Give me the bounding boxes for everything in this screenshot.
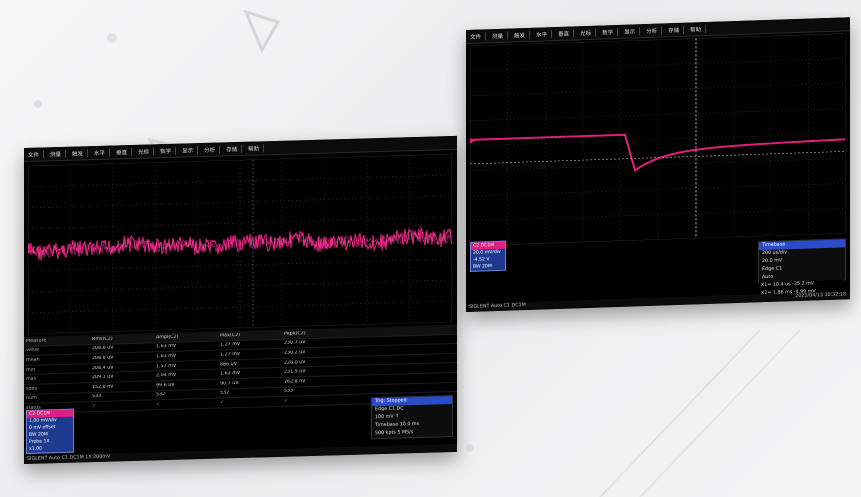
toolbar-menu-item[interactable]: 数学 <box>602 27 619 36</box>
column-header: Measure <box>26 338 47 344</box>
column-header: Max(C2) <box>220 332 241 339</box>
table-cell: 886 uV <box>220 361 238 368</box>
table-cell: ✓ <box>92 403 97 410</box>
table-cell: 1.63 mV <box>220 371 241 377</box>
toolbar-menu-item[interactable]: 显示 <box>624 26 641 36</box>
info-line: 500 kpts 5 MS/s <box>375 430 414 437</box>
ch2-settings-box[interactable]: C2 DC1M 1.00 mV/div 0 mV offset BW 20M Probe… <box>26 408 74 454</box>
table-cell: 208.8 uV <box>92 355 114 362</box>
table-cell: 532 <box>156 392 166 398</box>
table-cell: sdev <box>26 386 38 392</box>
timebase-info-box[interactable]: Timebase 200 us/div 20.0 mV Edge C1 Auto <box>758 238 846 284</box>
toolbar-menu-item[interactable]: 垂直 <box>558 28 575 38</box>
toolbar-menu-item[interactable]: 光标 <box>138 146 155 156</box>
table-cell: 152.8 nV <box>92 384 114 390</box>
toolbar-menu-item[interactable]: 存储 <box>668 25 685 34</box>
column-header: Rms(C2) <box>92 336 113 342</box>
table-cell: 1.27 mV <box>220 342 241 348</box>
grid-line <box>28 279 452 293</box>
table-cell: 209.1 uV <box>92 374 114 381</box>
table-cell: 230.2 uV <box>284 350 306 356</box>
grid-line <box>470 108 846 122</box>
toolbar-menu-item[interactable]: 水平 <box>536 29 553 39</box>
toolbar-menu-item[interactable]: 存储 <box>226 144 243 153</box>
table-cell: min <box>26 367 36 373</box>
status-text: SIGLENT Auto C1 DC1M <box>469 303 526 310</box>
table-cell: 90.7 uV <box>220 380 239 387</box>
toolbar-menu-item[interactable]: 显示 <box>182 145 199 155</box>
info-line: BW 20M <box>473 264 492 270</box>
table-cell: 1.63 mV <box>156 353 177 360</box>
toolbar-menu-item[interactable]: 触发 <box>514 30 531 39</box>
table-cell: 1.57 mV <box>156 363 177 369</box>
table-cell: mean <box>26 357 40 363</box>
table-cell: 208.8 uV <box>92 345 114 352</box>
toolbar-menu-item[interactable]: 测量 <box>50 149 67 158</box>
toolbar-menu-item[interactable]: 分析 <box>204 145 221 154</box>
trigger-info-box[interactable]: Trig: Stopped Edge C1 DC 100 mV ↑ Timebase … <box>371 395 453 440</box>
ch2-noise-trace <box>28 225 452 261</box>
triangle-decoration <box>243 9 281 54</box>
cursor-y-line[interactable] <box>470 151 846 165</box>
ch2-step-response-trace <box>470 133 846 172</box>
grid-line <box>28 300 452 314</box>
toolbar-menu-item[interactable]: 垂直 <box>116 147 133 156</box>
grid-line <box>470 83 846 97</box>
toolbar-menu-item[interactable]: 水平 <box>94 148 111 157</box>
toolbar-menu-item[interactable]: 帮助 <box>690 24 707 34</box>
table-cell: 533 <box>284 388 294 395</box>
table-cell: ✓ <box>156 402 161 408</box>
table-cell: 532 <box>220 390 230 396</box>
table-cell: ✓ <box>284 398 289 404</box>
right-waveform-area[interactable] <box>470 33 846 246</box>
table-cell: value <box>26 347 40 354</box>
page: { "colors": {"trace": "#e01e7c", "trace_… <box>0 0 861 497</box>
toolbar-menu-item[interactable]: 触发 <box>72 148 89 158</box>
left-waveform-area[interactable] <box>28 154 452 334</box>
ch2-settings-box[interactable]: C2 DC1M 20.0 mV/div -4.52 V BW 20M <box>470 240 506 272</box>
table-cell: max <box>26 376 37 383</box>
toolbar-menu-item[interactable]: 数学 <box>160 146 177 155</box>
table-cell: num <box>26 396 37 402</box>
grid-line <box>470 183 846 197</box>
grid-line <box>28 195 452 209</box>
table-cell: 231.9 uV <box>284 369 306 375</box>
table-cell: 99.6 uV <box>156 382 175 389</box>
table-cell: 1.27 mV <box>220 351 241 358</box>
table-cell: 2.04 mV <box>156 372 177 379</box>
table-cell: ✓ <box>220 400 225 406</box>
grid-line <box>470 208 846 222</box>
table-cell: 762.8 nV <box>284 378 306 385</box>
table-cell: 228.0 uV <box>284 359 306 366</box>
table-cell: 208.4 uV <box>92 365 114 371</box>
dot-decoration <box>466 444 474 452</box>
toolbar-menu-item[interactable]: 文件 <box>470 31 487 41</box>
right-oscilloscope-screen: 文件 测量 触发 水平 垂直 光标 数学 显示 分析 存储 帮助 C2 DC1M 20.0 mV/di… <box>466 17 850 312</box>
table-cell: 533 <box>92 394 102 400</box>
ch2-level-marker[interactable] <box>470 137 475 144</box>
column-header: Ampl(C2) <box>156 334 179 341</box>
dot-decoration <box>34 100 42 108</box>
toolbar-menu-item[interactable]: 文件 <box>28 149 45 159</box>
datetime: 2023/04/13 10:32:18 <box>795 292 846 300</box>
table-cell: 230.7 uV <box>284 340 306 347</box>
column-header: Pkpk(C2) <box>284 330 306 337</box>
dot-decoration <box>107 33 117 43</box>
toolbar-menu-item[interactable]: 帮助 <box>248 143 265 153</box>
toolbar-menu-item[interactable]: 光标 <box>580 28 597 37</box>
measurement-table: Measure Rms(C2) Ampl(C2) Max(C2) Pkpk(C2) val… <box>24 324 457 414</box>
toolbar-menu-item[interactable]: 分析 <box>646 25 663 35</box>
left-oscilloscope-screen: 文件 测量 触发 水平 垂直 光标 数学 显示 分析 存储 帮助 Measure Rms(C2) Amp… <box>24 135 457 464</box>
info-line: x1.00 <box>29 446 42 452</box>
toolbar-menu-item[interactable]: 测量 <box>492 31 509 40</box>
table-cell: 1.63 mV <box>156 344 177 350</box>
grid-line <box>28 216 452 230</box>
